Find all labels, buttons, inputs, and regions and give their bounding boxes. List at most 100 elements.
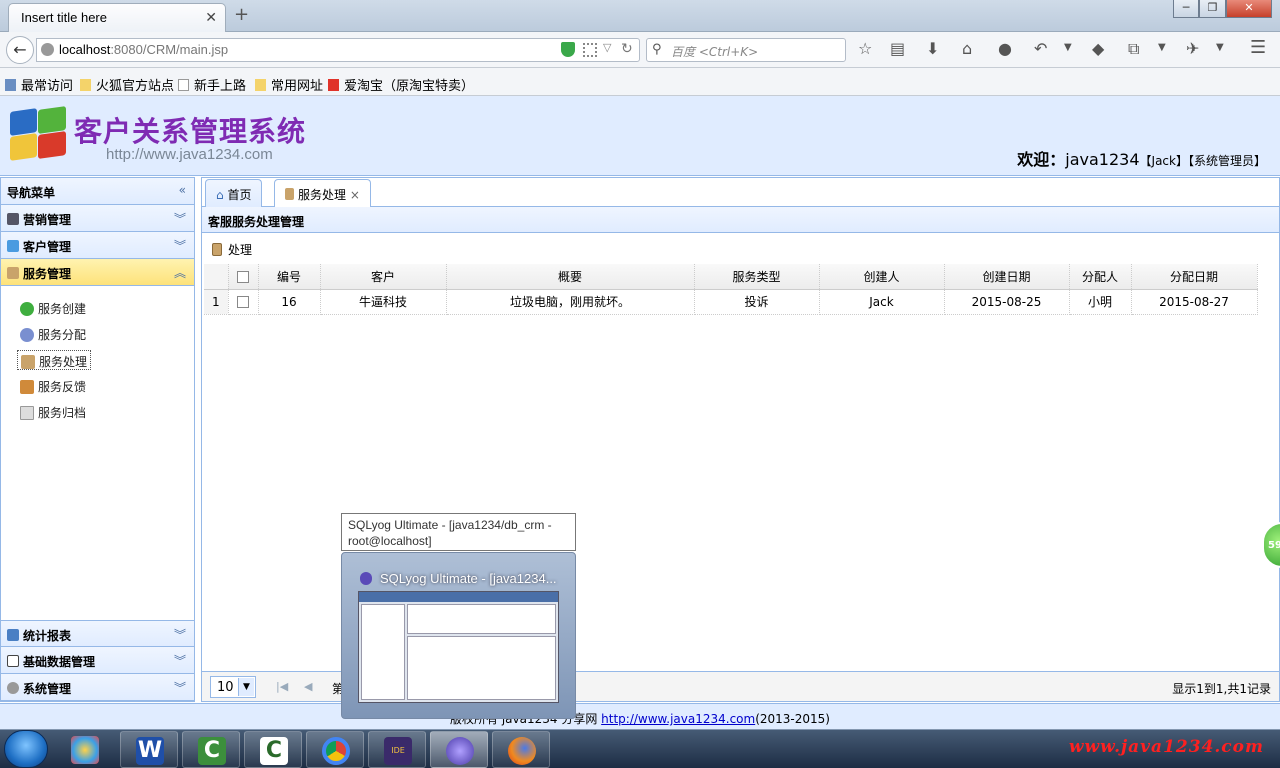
shield-icon[interactable]	[561, 42, 575, 57]
panel-system[interactable]: 系统管理 ︾	[1, 674, 194, 701]
maximize-window-icon[interactable]: ❐	[1199, 0, 1226, 18]
cell-type: 投诉	[694, 289, 820, 315]
home-icon[interactable]: ⌂	[962, 39, 972, 58]
app-title: 客户关系管理系统	[74, 115, 307, 148]
close-tab-icon[interactable]: ✕	[205, 9, 217, 26]
bookmark-common-urls[interactable]: 常用网址	[255, 75, 323, 94]
tab-service-process[interactable]: 服务处理 ×	[274, 179, 371, 208]
column-header[interactable]: 创建人	[819, 264, 945, 290]
menu-service-create[interactable]: 服务创建	[17, 298, 89, 318]
sidebar: 导航菜单 « 营销管理 ︾ 客户管理 ︾ 服务管理 ︽ 服务创建 服务分配 服务…	[0, 177, 195, 702]
chevron-down-icon: ▼	[238, 678, 254, 696]
footer-link[interactable]: http://www.java1234.com	[601, 712, 755, 726]
undo-icon[interactable]: ↶	[1034, 39, 1047, 58]
taskbar-app-1[interactable]	[56, 731, 114, 768]
taskbar-camtasia-1[interactable]: C	[182, 731, 240, 768]
browser-tab[interactable]: Insert title here ✕	[8, 3, 226, 32]
folder-icon	[255, 79, 266, 91]
bookmark-getting-started[interactable]: 新手上路	[178, 75, 246, 94]
sidebar-bottom-panels: 统计报表 ︾ 基础数据管理 ︾ 系统管理 ︾	[1, 620, 194, 701]
taskbar-firefox[interactable]	[492, 731, 550, 768]
bookmark-star-icon[interactable]: ☆	[858, 39, 872, 58]
panel-marketing[interactable]: 营销管理 ︾	[1, 205, 194, 232]
dropdown-arrow-icon[interactable]: ▼	[1158, 42, 1166, 53]
process-button[interactable]: 处理	[212, 243, 252, 257]
menu-item-label: 服务处理	[39, 355, 88, 369]
close-tab-icon[interactable]: ×	[350, 188, 360, 202]
table-row[interactable]: 1 16 牛逼科技 垃圾电脑，刚用就坏。 投诉 Jack 2015-08-25 …	[204, 289, 1273, 315]
panel-statistics[interactable]: 统计报表 ︾	[1, 620, 194, 647]
chat-icon[interactable]: ●	[998, 39, 1012, 58]
menu-item-label: 服务分配	[38, 328, 87, 342]
process-icon	[285, 188, 294, 200]
username: java1234	[1065, 150, 1140, 169]
close-window-icon[interactable]: ✕	[1226, 0, 1272, 18]
column-header[interactable]: 服务类型	[694, 264, 820, 290]
bookmark-aitaobao[interactable]: 爱淘宝（原淘宝特卖）	[328, 75, 474, 94]
minimize-window-icon[interactable]: ─	[1173, 0, 1199, 18]
marketing-icon	[7, 213, 19, 225]
crop-icon[interactable]: ⧉	[1128, 39, 1139, 59]
search-placeholder: 百度 <Ctrl+K>	[671, 45, 759, 59]
panel-customer[interactable]: 客户管理 ︾	[1, 232, 194, 259]
tools-icon[interactable]: ✈	[1186, 39, 1199, 58]
new-tab-icon[interactable]: +	[234, 4, 249, 25]
tab-home[interactable]: ⌂ 首页	[205, 179, 263, 207]
search-input[interactable]: ⚲ 百度 <Ctrl+K>	[646, 38, 846, 62]
cell-id: 16	[258, 289, 321, 315]
url-bar[interactable]: localhost:8080/CRM/main.jsp ▽ ↻	[36, 38, 640, 62]
download-icon[interactable]: ⬇	[926, 39, 939, 58]
bookmark-folder-icon	[5, 79, 16, 91]
reading-list-icon[interactable]: ▤	[890, 39, 905, 58]
page-footer: 版权所有 java1234 分享网 http://www.java1234.co…	[0, 703, 1280, 729]
url-host: localhost	[59, 42, 111, 57]
bookmark-firefox-site[interactable]: 火狐官方站点	[80, 75, 174, 94]
column-header[interactable]: 分配人	[1069, 264, 1132, 290]
taskbar-eclipse[interactable]: IDE	[368, 731, 426, 768]
row-number: 1	[204, 289, 229, 315]
first-page-icon[interactable]: |◀	[276, 680, 288, 693]
collapse-sidebar-icon[interactable]: «	[179, 183, 186, 197]
select-all-checkbox[interactable]	[237, 270, 249, 283]
taskbar-word[interactable]: W	[120, 731, 178, 768]
taskbar-thumbnail[interactable]: SQLyog Ultimate - [java1234...	[341, 552, 576, 719]
column-header[interactable]: 编号	[258, 264, 321, 290]
menu-service-archive[interactable]: 服务归档	[17, 402, 89, 422]
panel-base-data[interactable]: 基础数据管理 ︾	[1, 647, 194, 674]
dropdown-arrow-icon[interactable]: ▼	[1064, 42, 1072, 53]
qr-code-icon[interactable]	[583, 43, 597, 57]
comment-icon[interactable]: ◆	[1092, 39, 1104, 58]
prev-page-icon[interactable]: ◀	[304, 680, 312, 693]
column-header[interactable]: 客户	[320, 264, 447, 290]
menu-icon[interactable]: ☰	[1250, 37, 1266, 58]
folder-icon	[80, 79, 91, 91]
panel-label: 统计报表	[23, 629, 72, 643]
column-header[interactable]: 概要	[446, 264, 695, 290]
column-header[interactable]: 分配日期	[1131, 264, 1258, 290]
taskbar-sqlyog[interactable]	[430, 731, 488, 768]
taskbar-chrome[interactable]	[306, 731, 364, 768]
menu-service-feedback[interactable]: 服务反馈	[17, 376, 89, 396]
gear-icon	[7, 682, 19, 694]
start-button-icon[interactable]	[4, 730, 48, 768]
thumbnail-title: SQLyog Ultimate - [java1234...	[380, 571, 557, 586]
menu-service-assign[interactable]: 服务分配	[17, 324, 89, 344]
reload-icon[interactable]: ↻	[621, 40, 633, 57]
panel-label: 营销管理	[23, 213, 72, 227]
dropdown-arrow-icon[interactable]: ▼	[1216, 42, 1224, 53]
firefox-icon	[508, 737, 536, 765]
sqlyog-icon	[360, 572, 372, 585]
cell-assignee: 小明	[1069, 289, 1132, 315]
page-size-select[interactable]: 10 ▼	[210, 676, 256, 698]
dropdown-arrow-icon[interactable]: ▽	[603, 41, 611, 54]
back-arrow-icon[interactable]: ←	[6, 36, 34, 64]
taskbar-camtasia-2[interactable]: C	[244, 731, 302, 768]
menu-service-process[interactable]: 服务处理	[17, 350, 92, 370]
panel-service[interactable]: 服务管理 ︽	[1, 259, 194, 286]
bookmarks-bar: 最常访问 火狐官方站点 新手上路 常用网址 爱淘宝（原淘宝特卖）	[0, 68, 1280, 96]
user-role: 【系统管理员】	[1187, 154, 1266, 168]
column-header[interactable]: 创建日期	[944, 264, 1070, 290]
row-checkbox[interactable]	[237, 296, 249, 308]
bookmark-most-visited[interactable]: 最常访问	[5, 75, 73, 94]
app-logo	[10, 106, 68, 161]
